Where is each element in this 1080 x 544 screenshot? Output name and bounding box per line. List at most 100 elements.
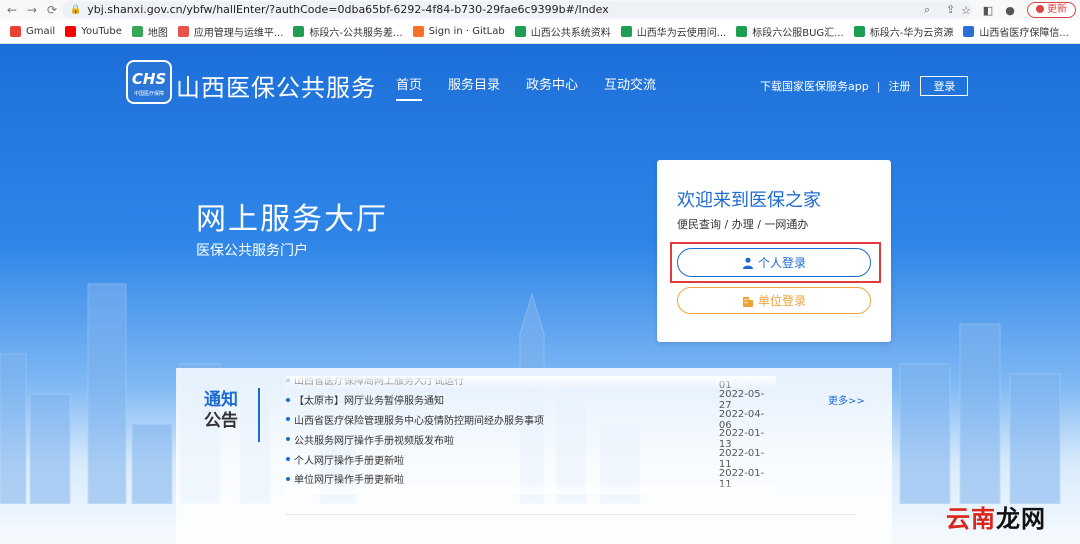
bookmark-item[interactable]: 标段六-公共服务差... xyxy=(293,24,403,39)
main-nav: 首页 服务目录 政务中心 互动交流 xyxy=(396,74,682,101)
bookmark-item[interactable]: YouTube xyxy=(65,26,122,37)
bookmark-label: 标段六-华为云资源 xyxy=(869,28,954,39)
notice-label-line1: 通知 xyxy=(204,390,238,410)
update-button[interactable]: 更新 xyxy=(1027,2,1076,18)
bullet-icon xyxy=(286,476,290,481)
bookmark-label: 山西省医疗保障信... xyxy=(979,28,1069,39)
bookmark-label: Gmail xyxy=(26,26,56,37)
watermark-part1: 云南 xyxy=(946,505,996,533)
login-panel-subtitle: 便民查询 / 办理 / 一网通办 xyxy=(677,218,809,231)
nav-item[interactable]: 政务中心 xyxy=(526,74,578,101)
notice-label: 通知 公告 xyxy=(204,390,238,432)
bookmark-favicon-icon xyxy=(293,26,305,37)
update-dot-icon xyxy=(1036,5,1044,13)
notice-date: 2022-04-06 xyxy=(718,408,765,431)
bookmark-favicon-icon xyxy=(65,26,77,37)
zoom-icon[interactable]: ⌕ xyxy=(924,3,930,17)
login-panel-title: 欢迎来到医保之家 xyxy=(677,190,821,211)
personal-login-label: 个人登录 xyxy=(757,256,806,270)
notice-title: 公共服务网厅操作手册视频版发布啦 xyxy=(294,435,454,447)
register-link[interactable]: 注册 xyxy=(888,78,910,94)
notice-title: 山西省医疗保险管理服务中心疫情防控期间经办服务事项 xyxy=(294,415,544,427)
bullet-icon xyxy=(286,417,290,422)
bullet-icon xyxy=(286,457,290,462)
bookmark-item[interactable]: 应用管理与运维平... xyxy=(177,24,284,39)
person-icon xyxy=(742,257,753,269)
bookmark-item[interactable]: 山西公共系统资料 xyxy=(514,24,611,39)
lock-icon[interactable]: 🔒 xyxy=(70,5,81,15)
bookmark-label: Sign in · GitLab xyxy=(428,26,505,37)
notice-list: 山西省医疗保障局网上服务大厅试运行2022-06-01【太原市】网厅业务暂停服务… xyxy=(286,376,776,494)
bookmark-favicon-icon xyxy=(131,26,143,37)
notice-row[interactable]: 【太原市】网厅业务暂停服务通知 2022-05-27 xyxy=(286,389,776,411)
unit-login-button[interactable]: 单位登录 xyxy=(677,287,871,314)
bookmarks-bar: Gmail YouTube 地图 应用管理与运维平... 标段六-公共服务差... Sig… xyxy=(0,20,1080,44)
bookmark-favicon-icon xyxy=(514,26,526,37)
logo-text: CHS xyxy=(131,70,167,88)
download-app-link[interactable]: 下载国家医保服务app xyxy=(760,78,869,94)
notice-title: 个人网厅操作手册更新啦 xyxy=(294,455,404,467)
bookmark-favicon-icon xyxy=(10,26,21,37)
bookmark-star-icon[interactable]: ☆ xyxy=(955,4,977,17)
bookmark-label: 地图 xyxy=(147,28,168,39)
chs-logo[interactable]: CHS 中国医疗保障 xyxy=(126,60,172,104)
notice-divider-line xyxy=(286,514,856,515)
browser-toolbar: ← → ⟳ 🔒 ybj.shanxi.gov.cn/ybfw/hallEnter… xyxy=(0,0,1080,20)
more-link[interactable]: 更多>> xyxy=(828,392,865,407)
notice-row[interactable]: 个人网厅操作手册更新啦 2022-01-11 xyxy=(286,448,776,471)
notice-label-line2: 公告 xyxy=(204,411,238,431)
bookmark-favicon-icon xyxy=(736,26,748,37)
bookmark-item[interactable]: 标段六-华为云资源 xyxy=(853,24,954,39)
bullet-icon xyxy=(286,437,290,442)
bookmark-item[interactable]: 标段六公服BUG汇... xyxy=(736,24,844,39)
unit-login-label: 单位登录 xyxy=(757,294,806,308)
watermark-part2: 龙网 xyxy=(996,505,1046,533)
update-label: 更新 xyxy=(1047,4,1067,15)
bookmark-label: 标段六公服BUG汇... xyxy=(752,28,844,39)
bookmark-label: 山西公共系统资料 xyxy=(530,28,611,39)
bookmark-label: 山西华为云使用问... xyxy=(636,28,727,39)
bookmark-item[interactable]: Gmail xyxy=(10,26,55,37)
watermark: 云南龙网 xyxy=(946,499,1046,534)
url-bar[interactable]: 🔒 ybj.shanxi.gov.cn/ybfw/hallEnter/?auth… xyxy=(62,1,972,18)
bullet-icon xyxy=(286,397,290,402)
separator: | xyxy=(876,79,881,93)
bookmark-item[interactable]: 山西华为云使用问... xyxy=(620,24,727,39)
list-fade-top xyxy=(286,376,776,390)
notice-row[interactable]: 山西省医疗保险管理服务中心疫情防控期间经办服务事项 2022-04-06 xyxy=(286,408,776,431)
header-login-button[interactable]: 登录 xyxy=(920,76,969,96)
url-text: ybj.shanxi.gov.cn/ybfw/hallEnter/?authCo… xyxy=(87,3,609,16)
notice-date: 2022-01-11 xyxy=(718,448,765,471)
profile-icon[interactable]: ● xyxy=(999,4,1021,17)
logo-subtext: 中国医疗保障 xyxy=(133,91,164,97)
reload-icon[interactable]: ⟳ xyxy=(44,3,60,17)
notice-row[interactable]: 公共服务网厅操作手册视频版发布啦 2022-01-13 xyxy=(286,428,776,451)
site-name: 山西医保公共服务 xyxy=(176,74,376,102)
bookmark-item[interactable]: 地图 xyxy=(131,24,168,39)
sidebar-icon[interactable]: ◧ xyxy=(977,4,999,17)
bookmark-label: YouTube xyxy=(81,26,122,37)
login-panel: 欢迎来到医保之家 便民查询 / 办理 / 一网通办 个人登录 单位登录 xyxy=(657,160,891,342)
personal-login-button[interactable]: 个人登录 xyxy=(677,248,871,277)
list-fade-bottom xyxy=(286,482,776,494)
bookmark-favicon-icon xyxy=(620,26,632,37)
bookmark-label: 应用管理与运维平... xyxy=(193,28,284,39)
notice-divider xyxy=(258,388,260,442)
nav-item[interactable]: 互动交流 xyxy=(604,74,656,101)
nav-item[interactable]: 首页 xyxy=(396,74,423,101)
notice-board: 通知 公告 更多>> 山西省医疗保障局网上服务大厅试运行2022-06-01【太… xyxy=(176,368,892,544)
bookmark-item[interactable]: 山西省医疗保障信... xyxy=(963,24,1069,39)
share-icon[interactable]: ⇪ xyxy=(946,3,955,16)
forward-icon[interactable]: → xyxy=(24,3,40,17)
bookmark-label: 标段六-公共服务差... xyxy=(309,28,403,39)
nav-item[interactable]: 服务目录 xyxy=(448,74,500,101)
bookmark-favicon-icon xyxy=(963,26,975,37)
notice-title: 【太原市】网厅业务暂停服务通知 xyxy=(294,396,444,408)
site-page: CHS 中国医疗保障 山西医保公共服务 首页 服务目录 政务中心 互动交流 下载国家医… xyxy=(0,44,1080,544)
bookmark-favicon-icon xyxy=(177,26,189,37)
notice-date: 2022-01-13 xyxy=(718,428,765,451)
bookmark-favicon-icon xyxy=(853,26,865,37)
building-icon xyxy=(742,296,753,307)
back-icon[interactable]: ← xyxy=(4,3,20,17)
bookmark-item[interactable]: Sign in · GitLab xyxy=(412,26,505,37)
